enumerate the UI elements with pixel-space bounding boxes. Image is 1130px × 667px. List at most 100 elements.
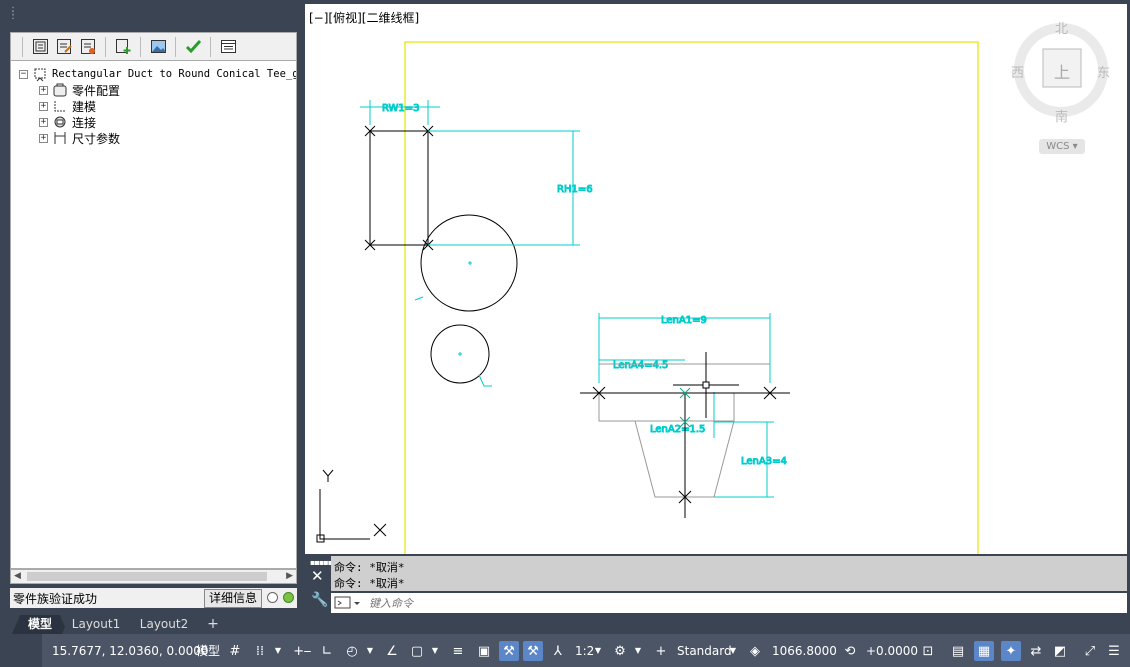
hardware-acceleration-icon[interactable]: ▦ <box>974 641 994 661</box>
chevron-down-icon[interactable]: ▼ <box>365 641 375 661</box>
palette-status-bar: 零件族验证成功 详细信息 <box>10 588 297 608</box>
drawing-viewport[interactable]: [−][俯视][二维线框] RW1=3 RH1=6 LenA1=9 LenA4=… <box>305 4 1127 554</box>
fullscreen-icon[interactable]: ⤢ <box>1080 641 1100 661</box>
scroll-right-icon[interactable]: ▶ <box>286 571 293 581</box>
model-space-button[interactable]: 模型 <box>196 642 220 660</box>
edit-param-icon[interactable] <box>54 37 74 57</box>
expand-icon[interactable]: + <box>39 117 48 127</box>
expand-icon[interactable]: + <box>39 85 48 95</box>
scroll-left-icon[interactable]: ◀ <box>14 571 21 581</box>
close-command-icon[interactable]: ✕ <box>311 567 324 585</box>
palette-grip-handle[interactable]: ⋮ ⋮ <box>8 7 18 22</box>
chevron-down-icon[interactable]: ▼ <box>430 641 440 661</box>
viewcube-north[interactable]: 北 <box>1055 18 1068 37</box>
annotation-scale-value[interactable]: 1:2 <box>575 642 594 660</box>
viewcube[interactable]: 北 南 西 东 上 WCS ▾ <box>1009 14 1113 154</box>
part-family-icon <box>34 68 46 82</box>
clean-screen-icon[interactable]: ✦ <box>1001 641 1021 661</box>
image-icon[interactable]: ◩ <box>1050 641 1070 661</box>
style-selector[interactable]: Standard <box>677 642 732 660</box>
viewcube-top-face[interactable]: 上 <box>1054 59 1070 83</box>
tree-node-part-config[interactable]: + 零件配置 <box>39 82 120 98</box>
tab-layout1[interactable]: Layout1 <box>62 615 130 634</box>
application-status-bar: 15.7677, 12.0360, 0.0000 模型 # ⁞⁞ ▼ +⎯ ∟ … <box>0 634 1130 667</box>
grid-icon[interactable]: # <box>225 641 245 661</box>
snap-icon[interactable]: ⁞⁞ <box>250 641 270 661</box>
add-layout-tab[interactable]: + <box>200 615 226 634</box>
elevation-icon[interactable]: ◈ <box>745 641 765 661</box>
tab-model[interactable]: 模型 <box>12 615 68 634</box>
validation-status-text: 零件族验证成功 <box>13 591 98 606</box>
command-input-row <box>331 593 1127 613</box>
command-grip-handle[interactable]: ▪▪▪▪▪ <box>310 558 333 567</box>
isodraft-icon[interactable]: ∠ <box>382 641 402 661</box>
plus-icon[interactable]: + <box>651 641 671 661</box>
viewcube-south[interactable]: 南 <box>1055 106 1068 125</box>
ucs-icon <box>316 469 387 543</box>
ortho-icon[interactable]: ∟ <box>317 641 337 661</box>
tree-node-connection[interactable]: + 连接 <box>39 114 96 130</box>
command-input[interactable] <box>367 594 1111 613</box>
validate-check-icon[interactable] <box>183 37 203 57</box>
customize-wrench-icon[interactable]: 🔧 <box>311 592 328 608</box>
cut-plane-icon[interactable]: ⟲ <box>840 641 860 661</box>
add-icon[interactable] <box>113 37 133 57</box>
chevron-down-icon[interactable]: ▼ <box>273 641 283 661</box>
toolbar-separator <box>22 36 23 57</box>
tab-layout2[interactable]: Layout2 <box>128 615 200 634</box>
chevron-down-icon[interactable]: ▼ <box>728 641 738 661</box>
dim-text-lena3: LenA3=4 <box>741 456 787 467</box>
dim-text-lena4: LenA4=4.5 <box>613 360 668 371</box>
collapse-icon[interactable]: − <box>19 69 28 79</box>
chevron-down-icon[interactable]: ▼ <box>593 641 603 661</box>
connector-icon <box>54 116 66 128</box>
lineweight-icon[interactable]: ≡ <box>448 641 468 661</box>
param-list-icon[interactable] <box>30 37 50 57</box>
properties-icon[interactable] <box>218 37 238 57</box>
drawing-canvas[interactable]: RW1=3 RH1=6 LenA1=9 LenA4=4.5 LenA2=1.5 … <box>305 4 1127 554</box>
object-snap-icon[interactable]: ▢ <box>407 641 427 661</box>
image-icon[interactable] <box>148 37 168 57</box>
elevation-value[interactable]: 1066.8000 <box>772 642 837 660</box>
dim-text-rh1: RH1=6 <box>557 184 593 195</box>
export-icon[interactable] <box>78 37 98 57</box>
toolbar-separator <box>210 36 211 57</box>
annotation-visibility-icon[interactable]: ⚒ <box>499 641 519 661</box>
viewcube-west[interactable]: 西 <box>1011 62 1024 81</box>
wcs-dropdown[interactable]: WCS ▾ <box>1039 139 1085 154</box>
workspace-switch-icon[interactable]: ⇄ <box>1026 641 1046 661</box>
infer-constraints-icon[interactable]: +⎯ <box>292 641 312 661</box>
gear-icon[interactable]: ⚙ <box>610 641 630 661</box>
customization-menu-icon[interactable]: ☰ <box>1104 641 1124 661</box>
dim-text-rw1: RW1=3 <box>382 103 420 114</box>
elevation-offset-value[interactable]: +0.0000 <box>866 642 918 660</box>
chevron-down-icon[interactable]: ▼ <box>633 641 643 661</box>
tree-node-size-params[interactable]: + 尺寸参数 <box>39 130 120 146</box>
content-builder-palette: ⋮ ⋮ − Rectangular Duct to Round Conical … <box>0 0 305 612</box>
status-indicator-green <box>283 592 294 603</box>
details-button[interactable]: 详细信息 <box>203 589 262 608</box>
expand-icon[interactable]: + <box>39 101 48 111</box>
scrollbar-thumb[interactable] <box>27 572 267 581</box>
tree-root[interactable]: − Rectangular Duct to Round Conical Tee_… <box>19 66 296 82</box>
paper-boundary <box>404 41 979 554</box>
toolbar-separator <box>140 36 141 57</box>
isolate-objects-icon[interactable]: ▤ <box>948 641 968 661</box>
tree-node-modeling[interactable]: + 建模 <box>39 98 96 114</box>
dim-text-lena2: LenA2=1.5 <box>650 424 705 435</box>
coordinates-readout[interactable]: 15.7677, 12.0360, 0.0000 <box>52 642 209 660</box>
dimension-icon <box>54 132 66 144</box>
viewcube-east[interactable]: 东 <box>1097 62 1110 81</box>
palette-toolbar <box>10 32 297 61</box>
auto-scale-icon[interactable]: ⚒ <box>523 641 543 661</box>
expand-icon[interactable]: + <box>39 133 48 143</box>
crosshair-cursor <box>673 352 739 418</box>
transparency-icon[interactable]: ▣ <box>474 641 494 661</box>
tree-horizontal-scrollbar[interactable]: ◀ ▶ <box>10 569 297 584</box>
wcs-label: WCS <box>1046 141 1070 152</box>
annotation-scale-icon[interactable]: ⅄ <box>548 641 568 661</box>
circle-center-mark <box>468 261 472 265</box>
polar-tracking-icon[interactable]: ◴ <box>342 641 362 661</box>
object-snap-3d-icon[interactable]: ⊡ <box>918 641 938 661</box>
command-prompt-icon[interactable] <box>334 595 364 611</box>
